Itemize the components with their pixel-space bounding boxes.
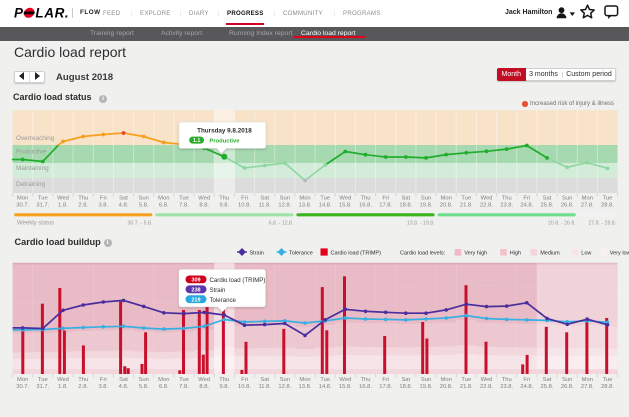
svg-text:13.8.: 13.8. [299, 384, 312, 390]
svg-text:Sun: Sun [421, 377, 431, 383]
svg-text:Wed: Wed [57, 377, 69, 383]
svg-text:17.8.: 17.8. [379, 384, 392, 390]
svg-text:2.8.: 2.8. [78, 384, 88, 390]
svg-text:219: 219 [191, 298, 200, 304]
svg-text:27.8.: 27.8. [581, 384, 594, 390]
svg-text:Tolerance: Tolerance [289, 251, 313, 257]
svg-text:309: 309 [191, 278, 200, 284]
svg-text:Cardio load (TRIMP): Cardio load (TRIMP) [210, 277, 266, 284]
svg-text:Strain: Strain [250, 251, 264, 257]
svg-text:Mon: Mon [158, 377, 169, 383]
svg-text:3.8.: 3.8. [98, 384, 108, 390]
svg-text:Cardio load levels:: Cardio load levels: [400, 251, 446, 257]
svg-text:Sat: Sat [543, 377, 552, 383]
svg-text:20.8.: 20.8. [440, 384, 453, 390]
svg-text:Wed: Wed [339, 377, 351, 383]
svg-text:31.7.: 31.7. [36, 384, 49, 390]
svg-text:Sat: Sat [260, 377, 269, 383]
svg-text:Tue: Tue [38, 377, 48, 383]
svg-text:Mon: Mon [441, 377, 452, 383]
svg-text:19.8.: 19.8. [420, 384, 433, 390]
svg-text:Very high: Very high [464, 251, 487, 257]
svg-text:Sun: Sun [562, 377, 572, 383]
svg-text:26.8.: 26.8. [561, 384, 574, 390]
svg-text:Mon: Mon [582, 377, 593, 383]
svg-text:9.8.: 9.8. [219, 384, 229, 390]
svg-text:1.8.: 1.8. [58, 384, 68, 390]
svg-text:Sun: Sun [139, 377, 149, 383]
svg-text:22.8.: 22.8. [480, 384, 493, 390]
svg-text:Mon: Mon [299, 377, 310, 383]
svg-text:Low: Low [581, 251, 591, 257]
svg-text:Fri: Fri [382, 377, 389, 383]
svg-text:5.8.: 5.8. [139, 384, 149, 390]
svg-text:6.8.: 6.8. [159, 384, 169, 390]
svg-text:Mon: Mon [17, 377, 28, 383]
svg-text:28.8.: 28.8. [601, 384, 614, 390]
svg-text:Thu: Thu [502, 377, 512, 383]
svg-text:Sun: Sun [280, 377, 290, 383]
svg-text:15.8.: 15.8. [339, 384, 352, 390]
svg-text:Sat: Sat [401, 377, 410, 383]
svg-text:14.8.: 14.8. [319, 384, 332, 390]
svg-text:23.8.: 23.8. [500, 384, 513, 390]
svg-text:16.8.: 16.8. [359, 384, 372, 390]
svg-text:Thu: Thu [219, 377, 229, 383]
svg-text:8.8.: 8.8. [199, 384, 209, 390]
svg-text:24.8.: 24.8. [520, 384, 533, 390]
svg-text:21.8.: 21.8. [460, 384, 473, 390]
svg-text:Medium: Medium [540, 251, 560, 257]
svg-text:Very low: Very low [610, 251, 629, 257]
svg-text:Thu: Thu [78, 377, 88, 383]
svg-text:Tue: Tue [179, 377, 189, 383]
svg-text:30.7.: 30.7. [16, 384, 29, 390]
svg-text:238: 238 [191, 288, 200, 294]
svg-text:Tolerance: Tolerance [210, 297, 237, 304]
svg-text:Fri: Fri [100, 377, 107, 383]
svg-text:10.8.: 10.8. [238, 384, 251, 390]
svg-text:Cardio load (TRIMP): Cardio load (TRIMP) [331, 251, 382, 257]
svg-text:Tue: Tue [461, 377, 471, 383]
svg-text:11.8.: 11.8. [258, 384, 271, 390]
svg-text:12.8.: 12.8. [278, 384, 291, 390]
svg-text:18.8.: 18.8. [399, 384, 412, 390]
svg-text:Thu: Thu [361, 377, 371, 383]
svg-text:Tue: Tue [603, 377, 613, 383]
svg-text:Wed: Wed [198, 377, 210, 383]
svg-text:Sat: Sat [119, 377, 128, 383]
svg-text:Wed: Wed [481, 377, 493, 383]
svg-text:Strain: Strain [210, 287, 226, 294]
svg-text:7.8.: 7.8. [179, 384, 189, 390]
svg-text:High: High [510, 251, 521, 257]
svg-text:4.8.: 4.8. [119, 384, 129, 390]
svg-text:Tue: Tue [320, 377, 330, 383]
svg-text:Fri: Fri [241, 377, 248, 383]
svg-text:Fri: Fri [523, 377, 530, 383]
svg-text:25.8.: 25.8. [541, 384, 554, 390]
